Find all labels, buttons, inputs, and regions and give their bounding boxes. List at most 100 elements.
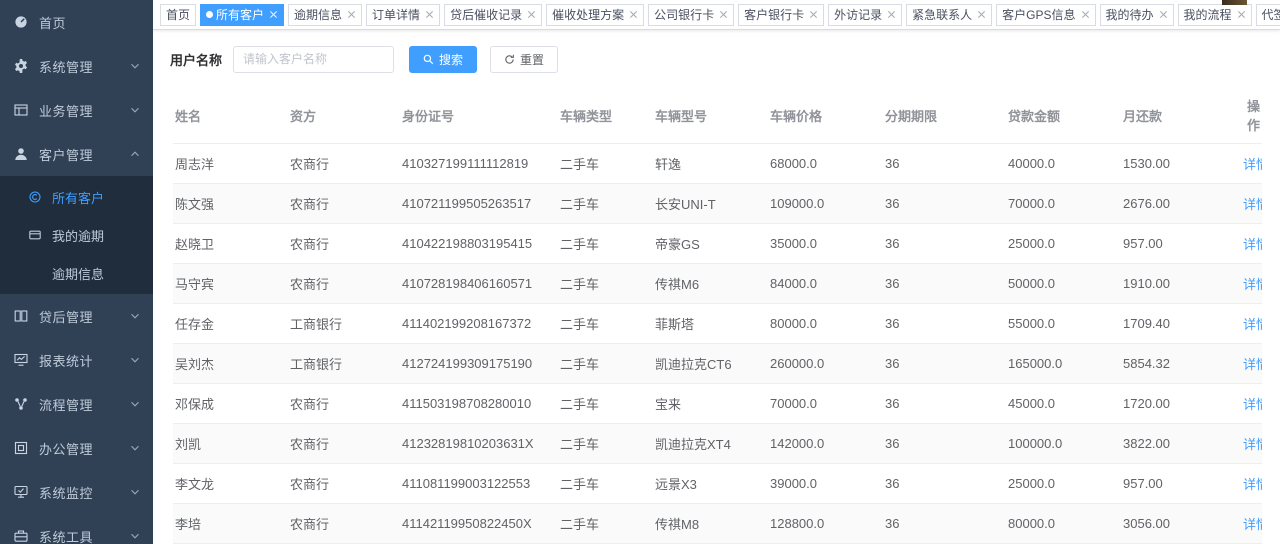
close-icon[interactable] [1237,10,1246,19]
tab-label: 我的待办 [1106,6,1154,23]
sidebar-item-3[interactable]: 客户管理 [0,132,153,176]
cell: 410721199505263517 [400,184,558,224]
tab-3[interactable]: 订单详情 [366,4,440,26]
customer-table: 姓名资方身份证号车辆类型车辆型号车辆价格分期期限贷款金额月还款操作 周志洋农商行… [173,86,1262,544]
tab-bar: 首页 所有客户 逾期信息订单详情 贷后催收记录 催收处理方案公司银行卡客户银行卡外访记录… [153,0,1280,30]
book-icon [14,309,29,324]
cell: 36 [883,344,1006,384]
close-icon[interactable] [1081,10,1090,19]
tab-4[interactable]: 贷后催收记录 [444,4,542,26]
close-icon[interactable] [629,10,638,19]
detail-link[interactable]: 详情 [1243,517,1262,532]
cell: 84000.0 [768,264,883,304]
sidebar-item-7[interactable]: 办公管理 [0,426,153,470]
cell: 菲斯塔 [653,304,768,344]
cell: 2676.00 [1121,184,1241,224]
tab-label: 订单详情 [372,6,420,23]
detail-link[interactable]: 详情 [1243,317,1262,332]
sidebar-item-5[interactable]: 报表统计 [0,338,153,382]
cell-actions: 详情 [1241,184,1262,224]
sidebar-item-6[interactable]: 流程管理 [0,382,153,426]
tab-12[interactable]: 我的流程 [1178,4,1252,26]
chart-icon [14,353,29,368]
cell: 二手车 [558,184,653,224]
cell: 农商行 [288,184,400,224]
tab-9[interactable]: 紧急联系人 [906,4,992,26]
close-icon[interactable] [269,10,278,19]
sidebar-item-9[interactable]: 系统工具 [0,514,153,544]
reset-button[interactable]: 重置 [490,46,558,73]
close-icon[interactable] [1159,10,1168,19]
tab-10[interactable]: 客户GPS信息 [996,4,1095,26]
cell: 凯迪拉克CT6 [653,344,768,384]
column-header-6: 分期期限 [883,86,1006,144]
detail-link[interactable]: 详情 [1243,277,1262,292]
submenu-item-0[interactable]: 所有客户 [0,178,153,216]
detail-link[interactable]: 详情 [1243,197,1262,212]
tab-1[interactable]: 所有客户 [200,4,284,26]
cell: 农商行 [288,464,400,504]
close-icon[interactable] [887,10,896,19]
tab-5[interactable]: 催收处理方案 [546,4,644,26]
search-button[interactable]: 搜索 [409,46,477,73]
cell: 宝来 [653,384,768,424]
cell: 36 [883,144,1006,184]
table-row: 吴刘杰工商银行412724199309175190二手车凯迪拉克CT626000… [173,344,1262,384]
cell: 36 [883,504,1006,544]
detail-link[interactable]: 详情 [1243,237,1262,252]
tab-label: 所有客户 [216,6,264,23]
cell: 赵晓卫 [173,224,288,264]
close-icon[interactable] [527,10,536,19]
detail-link[interactable]: 详情 [1243,157,1262,172]
dashboard-icon [14,15,29,30]
close-icon[interactable] [719,10,728,19]
table-row: 马守宾农商行410728198406160571二手车传祺M684000.036… [173,264,1262,304]
sidebar-item-1[interactable]: 系统管理 [0,44,153,88]
tab-8[interactable]: 外访记录 [828,4,902,26]
submenu-item-1[interactable]: 我的逾期 [0,216,153,254]
sidebar-item-2[interactable]: 业务管理 [0,88,153,132]
tab-6[interactable]: 公司银行卡 [648,4,734,26]
cell: 80000.0 [768,304,883,344]
cell: 39000.0 [768,464,883,504]
cell: 410422198803195415 [400,224,558,264]
cell: 二手车 [558,224,653,264]
close-icon[interactable] [347,10,356,19]
cell: 45000.0 [1006,384,1121,424]
refresh-icon [504,54,515,65]
tab-13[interactable]: 代签任务 [1256,4,1280,26]
cell: 55000.0 [1006,304,1121,344]
detail-link[interactable]: 详情 [1243,477,1262,492]
tab-0[interactable]: 首页 [160,4,196,26]
tab-7[interactable]: 客户银行卡 [738,4,824,26]
cell: 二手车 [558,464,653,504]
cell: 40000.0 [1006,144,1121,184]
detail-link[interactable]: 详情 [1243,397,1262,412]
sidebar-item-8[interactable]: 系统监控 [0,470,153,514]
cell: 68000.0 [768,144,883,184]
detail-link[interactable]: 详情 [1243,357,1262,372]
sidebar-item-4[interactable]: 贷后管理 [0,294,153,338]
submenu-item-2[interactable]: 逾期信息 [0,254,153,292]
close-icon[interactable] [425,10,434,19]
table-row: 李培农商行41142119950822450X二手车传祺M8128800.036… [173,504,1262,544]
cell: 411081199003122553 [400,464,558,504]
tab-label: 客户GPS信息 [1002,6,1075,23]
cell: 70000.0 [1006,184,1121,224]
chevron-down-icon [129,104,141,116]
sidebar-item-0[interactable]: 首页 [0,0,153,44]
close-icon[interactable] [977,10,986,19]
tab-2[interactable]: 逾期信息 [288,4,362,26]
close-icon[interactable] [809,10,818,19]
tab-label: 贷后催收记录 [450,6,522,23]
cell: 刘凯 [173,424,288,464]
sidebar-item-label: 业务管理 [39,101,129,120]
cell: 80000.0 [1006,504,1121,544]
search-input[interactable] [233,46,394,73]
table-row: 任存金工商银行411402199208167372二手车菲斯塔80000.036… [173,304,1262,344]
detail-link[interactable]: 详情 [1243,437,1262,452]
cell: 109000.0 [768,184,883,224]
column-header-4: 车辆型号 [653,86,768,144]
tab-11[interactable]: 我的待办 [1100,4,1174,26]
cell: 传祺M8 [653,504,768,544]
